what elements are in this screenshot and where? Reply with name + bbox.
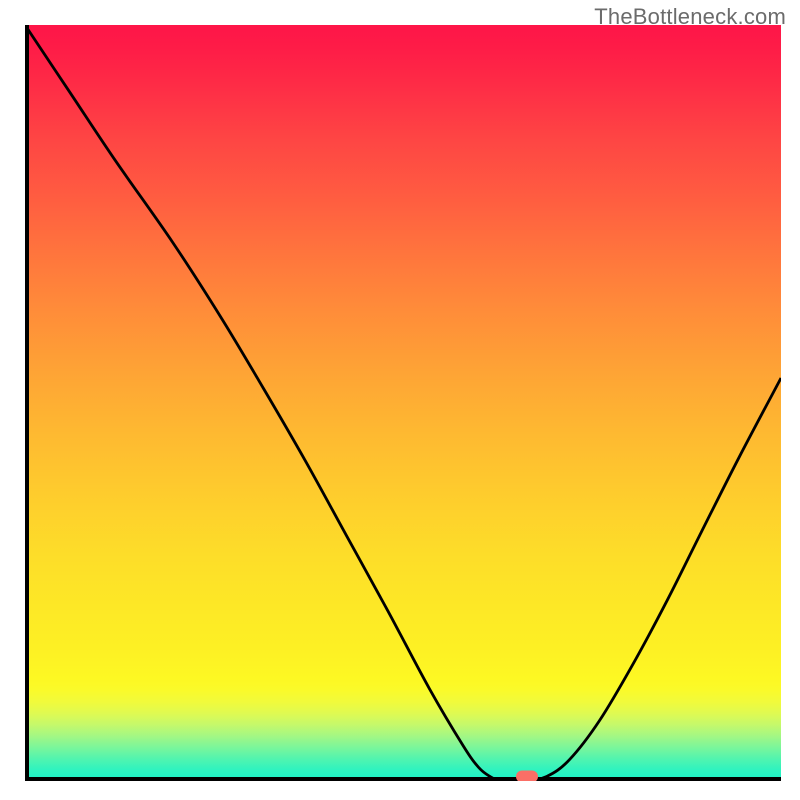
optimal-marker <box>516 771 538 782</box>
bottleneck-curve <box>25 25 781 781</box>
chart-svg <box>25 25 781 781</box>
plot-area <box>25 25 781 781</box>
axes <box>27 25 781 779</box>
